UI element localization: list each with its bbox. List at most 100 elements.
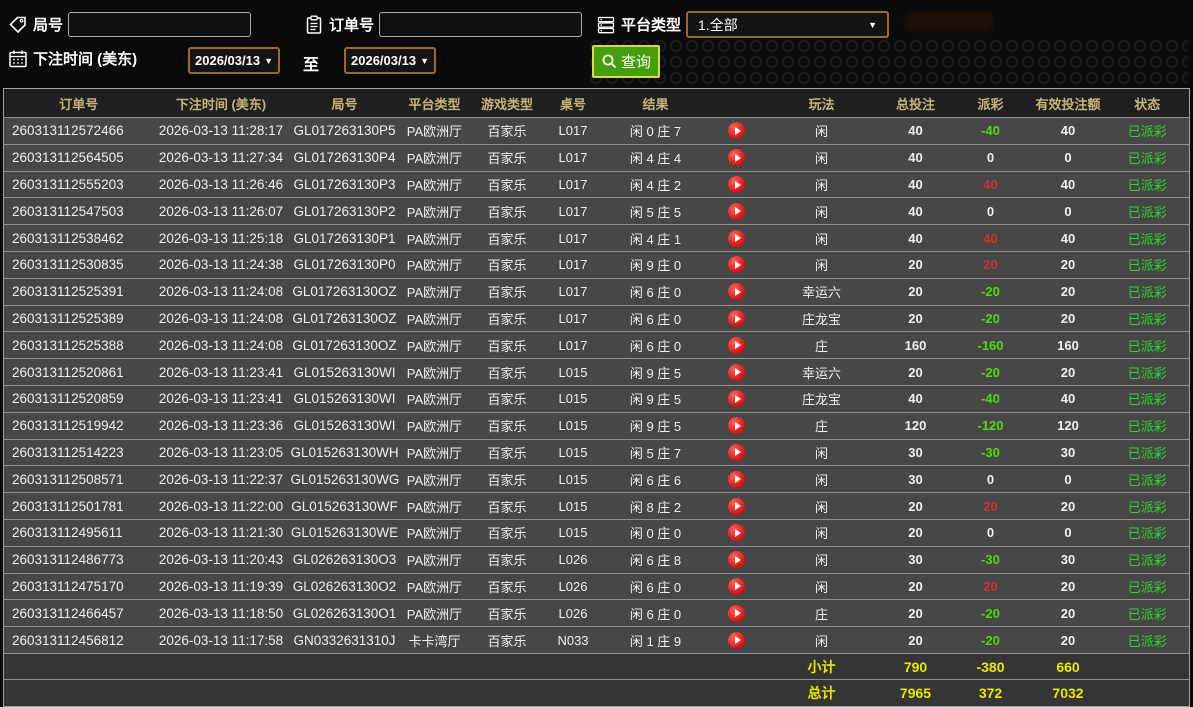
table-row: 260313112501781 2026-03-13 11:22:00 GL01…: [4, 493, 1190, 520]
cell-result: 闲 6 庄 8: [601, 546, 711, 573]
cell-valid-bet: 40: [1031, 225, 1106, 252]
cell-round-number: GL015263130WI: [289, 412, 401, 439]
cell-game-type: 百家乐: [469, 171, 546, 198]
cell-replay: [711, 519, 763, 546]
cell-status-badge: 已派彩: [1106, 546, 1190, 573]
cell-game-type: 百家乐: [469, 225, 546, 252]
cell-result: 闲 6 庄 0: [601, 278, 711, 305]
cell-order-number: 260313112475170: [4, 573, 154, 600]
cell-total-bet: 20: [881, 305, 951, 332]
table-row: 260313112530835 2026-03-13 11:24:38 GL01…: [4, 251, 1190, 278]
subtotal-row: 小计 790 -380 660: [4, 653, 1190, 680]
cell-bet-time: 2026-03-13 11:22:00: [154, 493, 289, 520]
cell-replay: [711, 251, 763, 278]
replay-play-icon[interactable]: [728, 256, 745, 273]
replay-play-icon[interactable]: [728, 605, 745, 622]
cell-table-number: L017: [546, 171, 601, 198]
cell-replay: [711, 627, 763, 654]
replay-play-icon[interactable]: [728, 417, 745, 434]
col-header-valid: 有效投注额: [1031, 89, 1106, 118]
cell-round-number: GL015263130WI: [289, 359, 401, 386]
replay-play-icon[interactable]: [728, 551, 745, 568]
cell-game-type: 百家乐: [469, 144, 546, 171]
cell-replay: [711, 385, 763, 412]
cell-bet-time: 2026-03-13 11:19:39: [154, 573, 289, 600]
cell-bet-time: 2026-03-13 11:23:41: [154, 385, 289, 412]
cell-result: 闲 5 庄 5: [601, 198, 711, 225]
cell-game-type: 百家乐: [469, 359, 546, 386]
cell-replay: [711, 412, 763, 439]
cell-total-bet: 20: [881, 278, 951, 305]
cell-bet-type: 庄龙宝: [763, 305, 881, 332]
replay-play-icon[interactable]: [728, 310, 745, 327]
cell-total-bet: 40: [881, 118, 951, 145]
cell-payout: -30: [951, 439, 1031, 466]
cell-bet-time: 2026-03-13 11:17:58: [154, 627, 289, 654]
platform-filter: 平台类型 1.全部 ▼: [596, 11, 889, 38]
search-button[interactable]: 查询: [592, 45, 660, 78]
cell-total-bet: 20: [881, 573, 951, 600]
round-input[interactable]: [68, 12, 251, 37]
replay-play-icon[interactable]: [728, 230, 745, 247]
cell-valid-bet: 0: [1031, 198, 1106, 225]
cell-order-number: 260313112519942: [4, 412, 154, 439]
cell-valid-bet: 0: [1031, 466, 1106, 493]
cell-order-number: 260313112525388: [4, 332, 154, 359]
replay-play-icon[interactable]: [728, 176, 745, 193]
cell-platform-type: PA欧洲厅: [401, 439, 469, 466]
cell-bet-type: 庄龙宝: [763, 385, 881, 412]
cell-table-number: L017: [546, 144, 601, 171]
platform-select[interactable]: 1.全部 ▼: [686, 11, 889, 38]
cell-game-type: 百家乐: [469, 198, 546, 225]
replay-play-icon[interactable]: [728, 632, 745, 649]
subtotal-valid: 660: [1031, 653, 1106, 680]
replay-play-icon[interactable]: [728, 524, 745, 541]
replay-play-icon[interactable]: [728, 444, 745, 461]
cell-game-type: 百家乐: [469, 251, 546, 278]
cell-game-type: 百家乐: [469, 466, 546, 493]
replay-play-icon[interactable]: [728, 498, 745, 515]
cell-round-number: GL017263130OZ: [289, 305, 401, 332]
cell-platform-type: PA欧洲厅: [401, 412, 469, 439]
replay-play-icon[interactable]: [728, 149, 745, 166]
replay-play-icon[interactable]: [728, 364, 745, 381]
date-from-picker[interactable]: 2026/03/13 ▼: [188, 47, 280, 74]
replay-play-icon[interactable]: [728, 203, 745, 220]
cell-order-number: 260313112525389: [4, 305, 154, 332]
table-row: 260313112572466 2026-03-13 11:28:17 GL01…: [4, 118, 1190, 145]
cell-status-badge: 已派彩: [1106, 493, 1190, 520]
replay-play-icon[interactable]: [728, 471, 745, 488]
table-row: 260313112514223 2026-03-13 11:23:05 GL01…: [4, 439, 1190, 466]
cell-platform-type: PA欧洲厅: [401, 118, 469, 145]
date-to-picker[interactable]: 2026/03/13 ▼: [344, 47, 436, 74]
cell-round-number: GL015263130WE: [289, 519, 401, 546]
cell-total-bet: 20: [881, 519, 951, 546]
cell-valid-bet: 20: [1031, 627, 1106, 654]
replay-play-icon[interactable]: [728, 337, 745, 354]
cell-total-bet: 160: [881, 332, 951, 359]
cell-total-bet: 120: [881, 412, 951, 439]
cell-game-type: 百家乐: [469, 573, 546, 600]
cell-bet-time: 2026-03-13 11:28:17: [154, 118, 289, 145]
cell-round-number: GL026263130O2: [289, 573, 401, 600]
cell-game-type: 百家乐: [469, 118, 546, 145]
cell-valid-bet: 20: [1031, 493, 1106, 520]
cell-replay: [711, 225, 763, 252]
cell-order-number: 260313112547503: [4, 198, 154, 225]
col-header-total: 总投注: [881, 89, 951, 118]
cell-round-number: GN0332631310J: [289, 627, 401, 654]
table-row: 260313112555203 2026-03-13 11:26:46 GL01…: [4, 171, 1190, 198]
cell-result: 闲 9 庄 5: [601, 412, 711, 439]
cell-platform-type: PA欧洲厅: [401, 573, 469, 600]
cell-total-bet: 30: [881, 466, 951, 493]
cell-valid-bet: 0: [1031, 144, 1106, 171]
replay-play-icon[interactable]: [728, 122, 745, 139]
replay-play-icon[interactable]: [728, 283, 745, 300]
order-input[interactable]: [379, 12, 582, 37]
cell-bet-type: 闲: [763, 493, 881, 520]
cell-table-number: L015: [546, 385, 601, 412]
replay-play-icon[interactable]: [728, 390, 745, 407]
cell-bet-time: 2026-03-13 11:20:43: [154, 546, 289, 573]
replay-play-icon[interactable]: [728, 578, 745, 595]
cell-round-number: GL015263130WH: [289, 439, 401, 466]
